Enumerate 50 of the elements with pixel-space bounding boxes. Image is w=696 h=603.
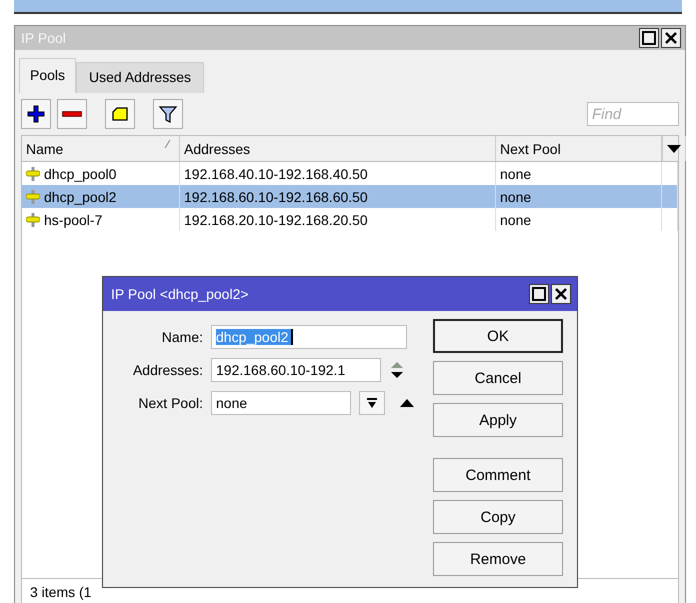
minus-icon xyxy=(62,111,82,117)
table-cell: none xyxy=(500,212,532,228)
close-icon[interactable] xyxy=(551,284,571,304)
up-arrow-icon[interactable] xyxy=(399,398,415,408)
sort-icon xyxy=(164,140,171,148)
dialog-button[interactable]: Apply xyxy=(433,403,563,437)
field-label: Next Pool: xyxy=(137,395,203,411)
field-label: Name: xyxy=(160,329,203,345)
tab[interactable]: Pools xyxy=(19,58,76,93)
filter-icon xyxy=(158,104,178,124)
table-cell: none xyxy=(500,166,532,182)
dialog-button[interactable]: OK xyxy=(433,319,563,353)
next-pool-field[interactable]: none xyxy=(211,391,351,415)
plus-icon xyxy=(26,104,46,124)
dialog-title: IP Pool <dhcp_pool2> xyxy=(111,286,249,302)
tab[interactable]: Used Addresses xyxy=(76,62,204,93)
toolbar-button[interactable] xyxy=(153,99,183,129)
find-field[interactable]: Find xyxy=(587,102,679,126)
dialog-button[interactable]: Comment xyxy=(433,458,563,492)
column-header[interactable]: Name xyxy=(22,136,180,161)
maximize-icon[interactable] xyxy=(529,284,549,304)
up-down-icon[interactable] xyxy=(389,361,405,379)
table-cell: 192.168.20.10-192.168.20.50 xyxy=(184,212,368,228)
column-header[interactable]: Addresses xyxy=(180,136,496,161)
column-header[interactable]: Next Pool xyxy=(496,136,662,161)
dialog-button[interactable]: Remove xyxy=(433,542,563,576)
dropdown-icon xyxy=(366,397,378,409)
field-label: Addresses: xyxy=(132,362,203,378)
close-icon[interactable] xyxy=(661,28,681,48)
toolbar-button[interactable] xyxy=(21,99,51,129)
pool-icon xyxy=(26,166,40,180)
table-row[interactable]: hs-pool-7 192.168.20.10-192.168.20.50 none xyxy=(22,208,678,231)
maximize-icon[interactable] xyxy=(639,28,659,48)
table-cell: 192.168.40.10-192.168.40.50 xyxy=(184,166,368,182)
table-cell: dhcp_pool2 xyxy=(44,188,116,204)
column-menu-icon[interactable] xyxy=(667,144,681,154)
dropdown-button[interactable] xyxy=(359,391,385,415)
toolbar-button[interactable] xyxy=(105,99,135,129)
table-cell: none xyxy=(500,188,532,204)
table-row[interactable]: dhcp_pool2 192.168.60.10-192.168.60.50 none xyxy=(22,185,678,208)
pool-icon xyxy=(26,212,40,226)
table-cell: 192.168.60.10-192.168.60.50 xyxy=(184,188,368,204)
table-cell: dhcp_pool0 xyxy=(44,166,116,182)
toolbar-button[interactable] xyxy=(57,99,87,129)
dialog-button[interactable]: Copy xyxy=(433,500,563,534)
pool-icon xyxy=(26,190,40,204)
addresses-field[interactable]: 192.168.60.10-192.1 xyxy=(211,358,381,382)
dialog-button[interactable]: Cancel xyxy=(433,361,563,395)
table-cell: hs-pool-7 xyxy=(44,212,102,228)
status-text: 3 items (1 xyxy=(30,584,92,600)
